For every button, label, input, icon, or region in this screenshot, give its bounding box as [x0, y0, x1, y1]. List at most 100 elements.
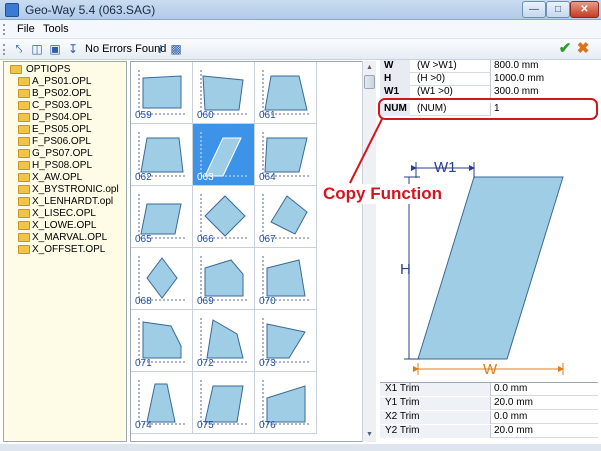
- title-bar: Geo-Way 5.4 (063.SAG) — □ ✕: [0, 0, 601, 20]
- shape-cell-059[interactable]: 059: [131, 62, 193, 124]
- folder-icon: [18, 137, 30, 146]
- shape-cell-072[interactable]: 072: [193, 310, 255, 372]
- shape-thumbnail-icon: [200, 194, 247, 239]
- param-condition: (W1 >0): [417, 86, 453, 97]
- shape-cell-065[interactable]: 065: [131, 186, 193, 248]
- shape-number-label: 059: [135, 110, 152, 121]
- trim-value-field[interactable]: 20.0 mm: [490, 397, 598, 410]
- trim-name: X2 Trim: [380, 411, 490, 424]
- trim-value-field[interactable]: 0.0 mm: [490, 383, 598, 396]
- shape-cell-074[interactable]: 074: [131, 372, 193, 434]
- folder-icon: [18, 101, 30, 110]
- confirm-check-icon[interactable]: ✔: [558, 41, 572, 56]
- shape-cell-071[interactable]: 071: [131, 310, 193, 372]
- menu-tools[interactable]: Tools: [43, 23, 69, 35]
- menu-file[interactable]: File: [17, 23, 35, 35]
- parallelogram-shape: [417, 176, 564, 360]
- shape-cell-068[interactable]: 068: [131, 248, 193, 310]
- folder-icon: [10, 65, 22, 74]
- info-icon[interactable]: i: [153, 42, 167, 56]
- file-tree: OPTIOPS A_PS01.OPL B_PS02.OPL C_PS03.OPL D_…: [3, 61, 127, 442]
- image-icon[interactable]: ▩: [169, 42, 183, 56]
- param-value-field[interactable]: 1: [490, 103, 598, 116]
- folder-icon: [18, 233, 30, 242]
- shape-cell-060[interactable]: 060: [193, 62, 255, 124]
- shape-thumbnail-icon: [262, 194, 309, 239]
- trim-name: Y1 Trim: [380, 397, 490, 410]
- shape-number-label: 062: [135, 172, 152, 183]
- shape-thumbnail-icon: [138, 256, 185, 301]
- shape-number-label: 071: [135, 358, 152, 369]
- shape-number-label: 060: [197, 110, 214, 121]
- param-name: NUM: [380, 103, 410, 116]
- shape-cell-063[interactable]: 063: [193, 124, 255, 186]
- scroll-down-arrow-icon[interactable]: ▼: [365, 430, 374, 439]
- folder-icon: [18, 125, 30, 134]
- shape-cell-073[interactable]: 073: [255, 310, 317, 372]
- cancel-x-icon[interactable]: ✖: [576, 41, 590, 56]
- arrows-icon[interactable]: ⤣: [12, 42, 26, 56]
- w1-label: W1: [434, 159, 457, 176]
- app-icon: [5, 3, 19, 17]
- folder-icon: [18, 113, 30, 122]
- shape-number-label: 069: [197, 296, 214, 307]
- shape-cell-067[interactable]: 067: [255, 186, 317, 248]
- trim-name: Y2 Trim: [380, 425, 490, 438]
- trim-value-field[interactable]: 0.0 mm: [490, 411, 598, 424]
- param-value-field[interactable]: 300.0 mm: [490, 86, 598, 99]
- scroll-thumb[interactable]: [364, 75, 375, 89]
- close-button[interactable]: ✕: [570, 1, 599, 18]
- shape-number-label: 064: [259, 172, 276, 183]
- shape-thumbnail-icon: [262, 132, 309, 177]
- copy-function-callout: Copy Function: [321, 184, 444, 204]
- folder-icon: [18, 77, 30, 86]
- param-row-num: NUM (NUM) 1: [380, 103, 598, 116]
- shape-thumbnail-icon: [138, 132, 185, 177]
- param-condition: (W >W1): [417, 60, 457, 71]
- monitor-icon[interactable]: ▣: [48, 42, 62, 56]
- shape-number-label: 065: [135, 234, 152, 245]
- trim-row: Y1 Trim 20.0 mm: [380, 397, 598, 410]
- trim-row: Y2 Trim 20.0 mm: [380, 425, 598, 438]
- shape-cell-076[interactable]: 076: [255, 372, 317, 434]
- shape-thumbnail-icon: [200, 318, 247, 363]
- shape-thumbnail-icon: [138, 380, 185, 425]
- shape-number-label: 067: [259, 234, 276, 245]
- maximize-button[interactable]: □: [546, 1, 570, 18]
- param-value-field[interactable]: 800.0 mm: [490, 60, 598, 73]
- shape-gallery: 059 060 061 062 063 064 065 066 067 068 069 070 071 0…: [130, 61, 376, 442]
- param-row-h: H (H >0) 1000.0 mm: [380, 73, 598, 86]
- scroll-up-arrow-icon[interactable]: ▲: [365, 63, 374, 72]
- shape-cell-070[interactable]: 070: [255, 248, 317, 310]
- shape-cell-061[interactable]: 061: [255, 62, 317, 124]
- shape-cell-062[interactable]: 062: [131, 124, 193, 186]
- shape-thumbnail-icon: [262, 380, 309, 425]
- folder-icon: [18, 245, 30, 254]
- w-label: W: [483, 361, 498, 378]
- download-icon[interactable]: ↧: [66, 42, 80, 56]
- shape-cell-064[interactable]: 064: [255, 124, 317, 186]
- param-name: H: [380, 73, 410, 86]
- shape-cell-075[interactable]: 075: [193, 372, 255, 434]
- menu-bar: File Tools: [0, 20, 601, 39]
- status-bar: [0, 444, 601, 451]
- param-value-field[interactable]: 1000.0 mm: [490, 73, 598, 86]
- minimize-button[interactable]: —: [522, 1, 546, 18]
- shape-thumbnail-icon: [138, 318, 185, 363]
- shape-number-label: 075: [197, 420, 214, 431]
- parameters-table: W (W >W1) 800.0 mm H (H >0) 1000.0 mm W1 (W1 >0…: [380, 60, 598, 118]
- trim-table: X1 Trim 0.0 mm Y1 Trim 20.0 mm X2 Trim 0.0 mm…: [380, 382, 598, 442]
- shape-number-label: 073: [259, 358, 276, 369]
- folder-icon: [18, 149, 30, 158]
- shape-cell-066[interactable]: 066: [193, 186, 255, 248]
- folder-icon: [18, 221, 30, 230]
- shape-number-label: 076: [259, 420, 276, 431]
- trim-value-field[interactable]: 20.0 mm: [490, 425, 598, 438]
- database-icon[interactable]: ◫: [30, 42, 44, 56]
- folder-icon: [18, 209, 30, 218]
- trim-row: X2 Trim 0.0 mm: [380, 411, 598, 424]
- gallery-scrollbar[interactable]: ▲ ▼: [362, 61, 376, 442]
- shape-cell-069[interactable]: 069: [193, 248, 255, 310]
- shape-number-label: 074: [135, 420, 152, 431]
- shape-thumbnail-icon: [262, 318, 309, 363]
